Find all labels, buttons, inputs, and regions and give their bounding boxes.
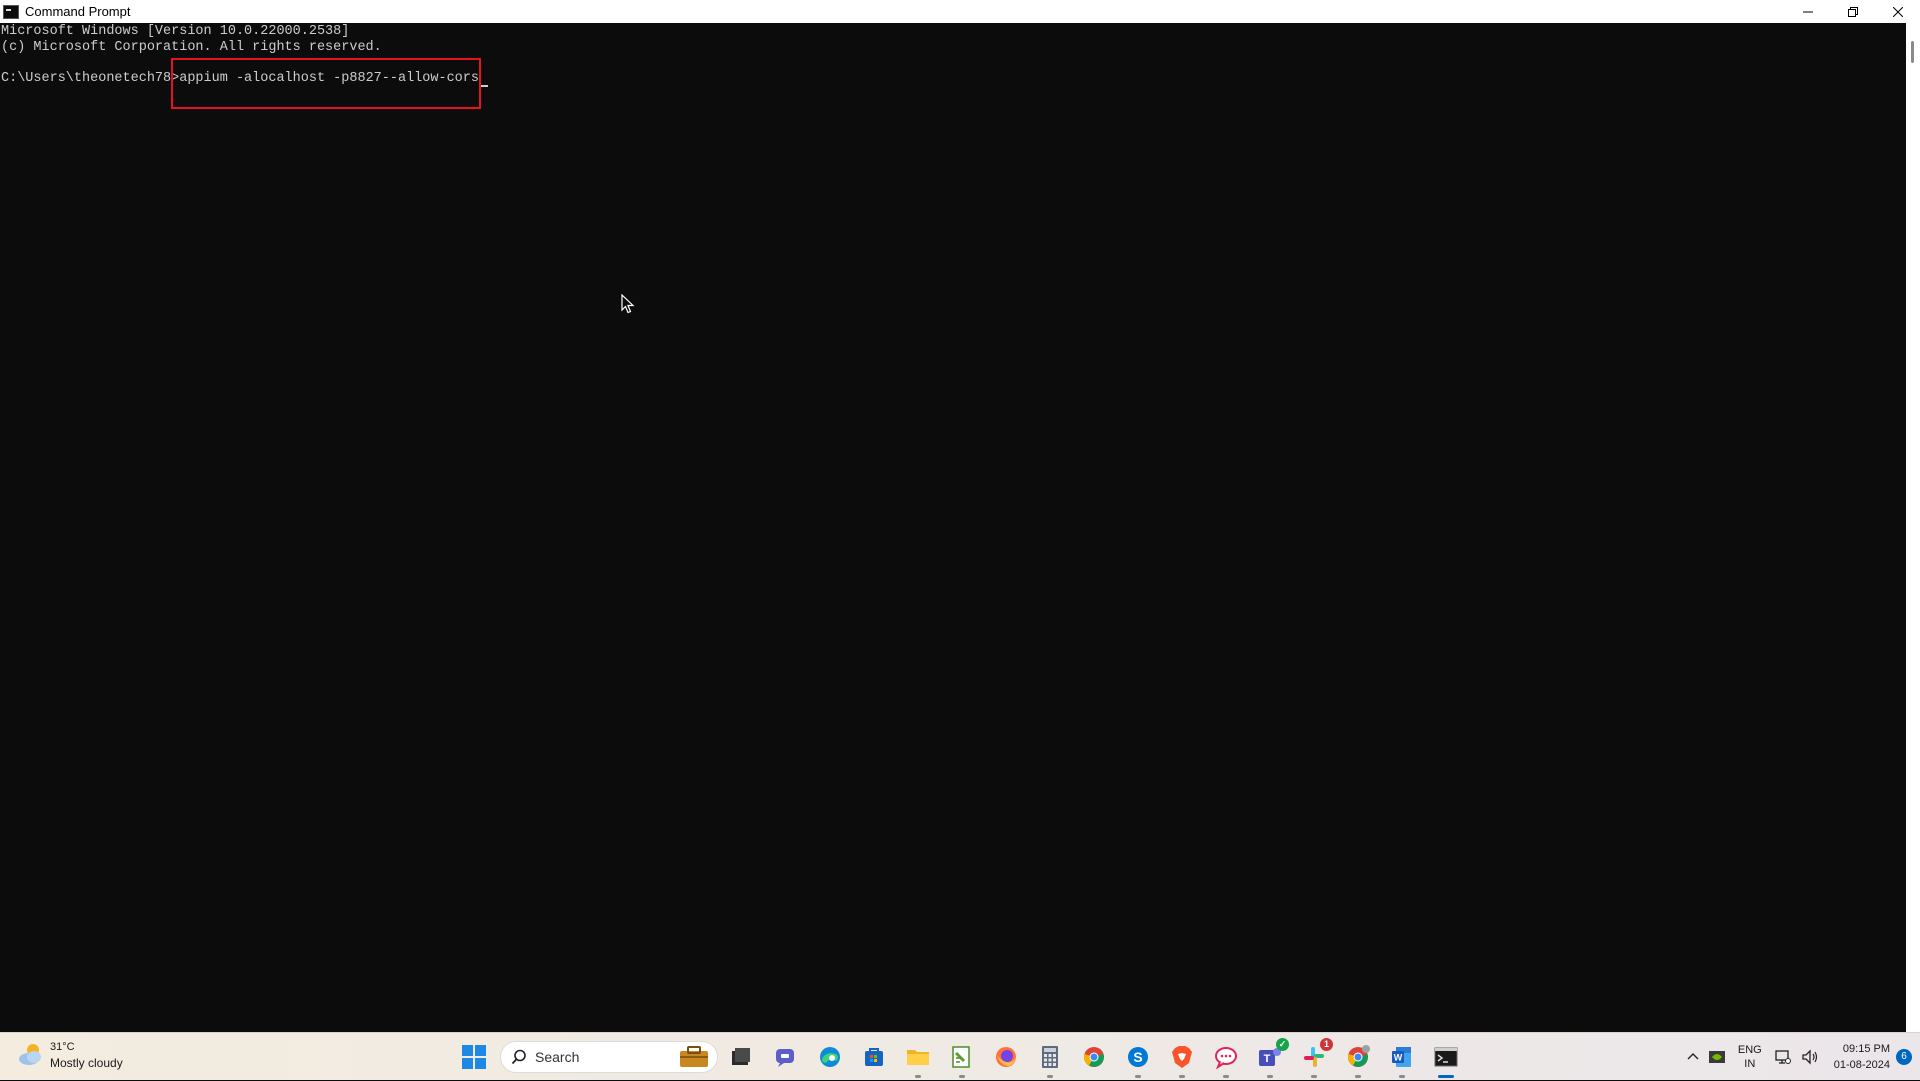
minimize-icon bbox=[1802, 11, 1813, 12]
messages-icon[interactable] bbox=[1211, 1042, 1241, 1078]
weather-temperature: 31°C bbox=[50, 1041, 75, 1053]
teams-chat-icon[interactable] bbox=[771, 1042, 801, 1072]
edge-icon[interactable] bbox=[815, 1042, 845, 1072]
calculator-icon[interactable] bbox=[1035, 1042, 1065, 1078]
active-indicator bbox=[1438, 1075, 1454, 1078]
notification-count-badge[interactable]: 6 bbox=[1896, 1049, 1912, 1065]
volume-icon[interactable] bbox=[1801, 1049, 1819, 1065]
title-bar: Command Prompt bbox=[0, 0, 1920, 23]
weather-condition: Mostly cloudy bbox=[50, 1056, 123, 1070]
close-icon bbox=[1892, 6, 1903, 17]
taskbar-search-box[interactable]: Search bbox=[500, 1041, 718, 1073]
system-tray: ENG IN 09:15 PM 01-08-2024 6 bbox=[1682, 1033, 1920, 1081]
running-indicator bbox=[915, 1075, 921, 1078]
language-bottom: IN bbox=[1744, 1058, 1756, 1070]
chevron-up-icon bbox=[1687, 1053, 1699, 1060]
clock-date: 01-08-2024 bbox=[1833, 1059, 1890, 1071]
running-indicator bbox=[1135, 1075, 1141, 1078]
taskbar: 31°C Mostly cloudy Search S T ✓ 1 W ENG … bbox=[0, 1032, 1920, 1080]
window-controls bbox=[1785, 0, 1920, 23]
prompt-path: C:\Users\theonetech78> bbox=[1, 71, 180, 86]
windows-start-icon[interactable] bbox=[462, 1045, 486, 1069]
slack-notification-badge: 1 bbox=[1320, 1038, 1333, 1051]
search-highlight-icon bbox=[680, 1046, 708, 1067]
running-indicator bbox=[1355, 1075, 1361, 1078]
search-icon bbox=[511, 1049, 526, 1065]
firefox-icon[interactable] bbox=[991, 1042, 1021, 1072]
running-indicator bbox=[1179, 1075, 1185, 1078]
chrome-profile-icon[interactable] bbox=[1343, 1042, 1373, 1078]
command-prompt-taskbar-icon[interactable] bbox=[1431, 1042, 1461, 1078]
search-label: Search bbox=[535, 1049, 580, 1065]
word-icon[interactable]: W bbox=[1387, 1042, 1417, 1078]
slack-icon[interactable]: 1 bbox=[1299, 1038, 1333, 1078]
restore-button[interactable] bbox=[1830, 0, 1875, 23]
nvidia-tray-icon[interactable] bbox=[1708, 1049, 1725, 1065]
clock-time: 09:15 PM bbox=[1842, 1043, 1890, 1055]
brave-icon[interactable] bbox=[1167, 1042, 1197, 1078]
network-icon[interactable] bbox=[1775, 1049, 1791, 1065]
window-title: Command Prompt bbox=[25, 4, 131, 19]
weather-widget[interactable]: 31°C Mostly cloudy bbox=[16, 1039, 123, 1071]
text-cursor bbox=[479, 85, 488, 87]
console-line-copyright: (c) Microsoft Corporation. All rights re… bbox=[1, 40, 382, 55]
console-area[interactable]: Microsoft Windows [Version 10.0.22000.25… bbox=[0, 23, 1906, 1032]
command-highlight-box bbox=[171, 58, 481, 109]
running-indicator bbox=[1047, 1075, 1053, 1078]
folder-icon[interactable] bbox=[903, 1042, 933, 1078]
skype-icon[interactable]: S bbox=[1123, 1042, 1153, 1078]
cloudy-weather-icon bbox=[19, 1044, 41, 1065]
teams-icon[interactable]: T ✓ bbox=[1255, 1038, 1289, 1078]
chrome-icon[interactable] bbox=[1079, 1042, 1109, 1072]
running-indicator bbox=[1311, 1075, 1317, 1078]
vertical-scrollbar[interactable] bbox=[1906, 23, 1920, 1032]
running-indicator bbox=[959, 1075, 965, 1078]
clock[interactable]: 09:15 PM 01-08-2024 bbox=[1834, 1041, 1890, 1073]
svg-text:T: T bbox=[1264, 1053, 1271, 1065]
microsoft-store-icon[interactable] bbox=[859, 1042, 889, 1072]
close-button[interactable] bbox=[1875, 0, 1920, 23]
mouse-pointer-icon bbox=[621, 294, 635, 314]
notepad-plus-icon[interactable] bbox=[947, 1042, 977, 1078]
restore-icon bbox=[1847, 6, 1858, 17]
console-line-version: Microsoft Windows [Version 10.0.22000.25… bbox=[1, 24, 350, 39]
running-indicator bbox=[1223, 1075, 1229, 1078]
command-prompt-icon bbox=[3, 4, 19, 19]
running-indicator bbox=[1267, 1075, 1273, 1078]
language-top: ENG bbox=[1737, 1044, 1762, 1056]
running-indicator bbox=[1399, 1075, 1405, 1078]
teams-status-badge: ✓ bbox=[1276, 1038, 1289, 1051]
scroll-thumb[interactable] bbox=[1911, 41, 1914, 63]
svg-text:W: W bbox=[1394, 1053, 1403, 1063]
file-explorer-icon[interactable] bbox=[726, 1042, 756, 1072]
show-hidden-icons-button[interactable] bbox=[1687, 1051, 1699, 1063]
language-indicator[interactable]: ENG IN bbox=[1738, 1043, 1762, 1071]
svg-text:S: S bbox=[1133, 1049, 1142, 1065]
minimize-button[interactable] bbox=[1785, 0, 1830, 23]
